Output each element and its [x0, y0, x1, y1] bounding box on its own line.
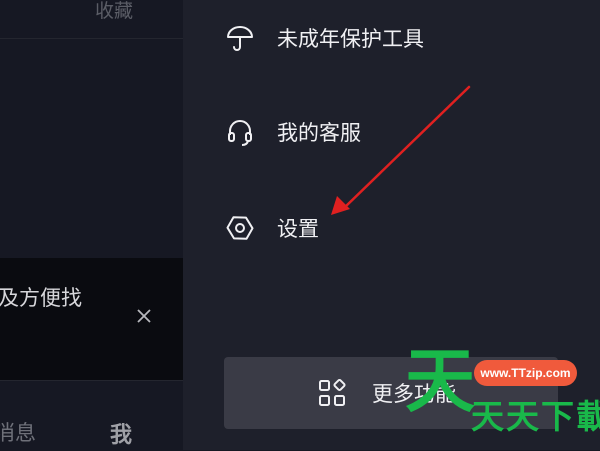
watermark-logo-char: 天 — [405, 340, 475, 422]
ttzip-watermark: 天 www.TTzip.com 天天下載 — [405, 346, 600, 447]
watermark-url: www.TTzip.com — [474, 360, 577, 386]
watermark-name: 天天下載 — [471, 397, 600, 436]
